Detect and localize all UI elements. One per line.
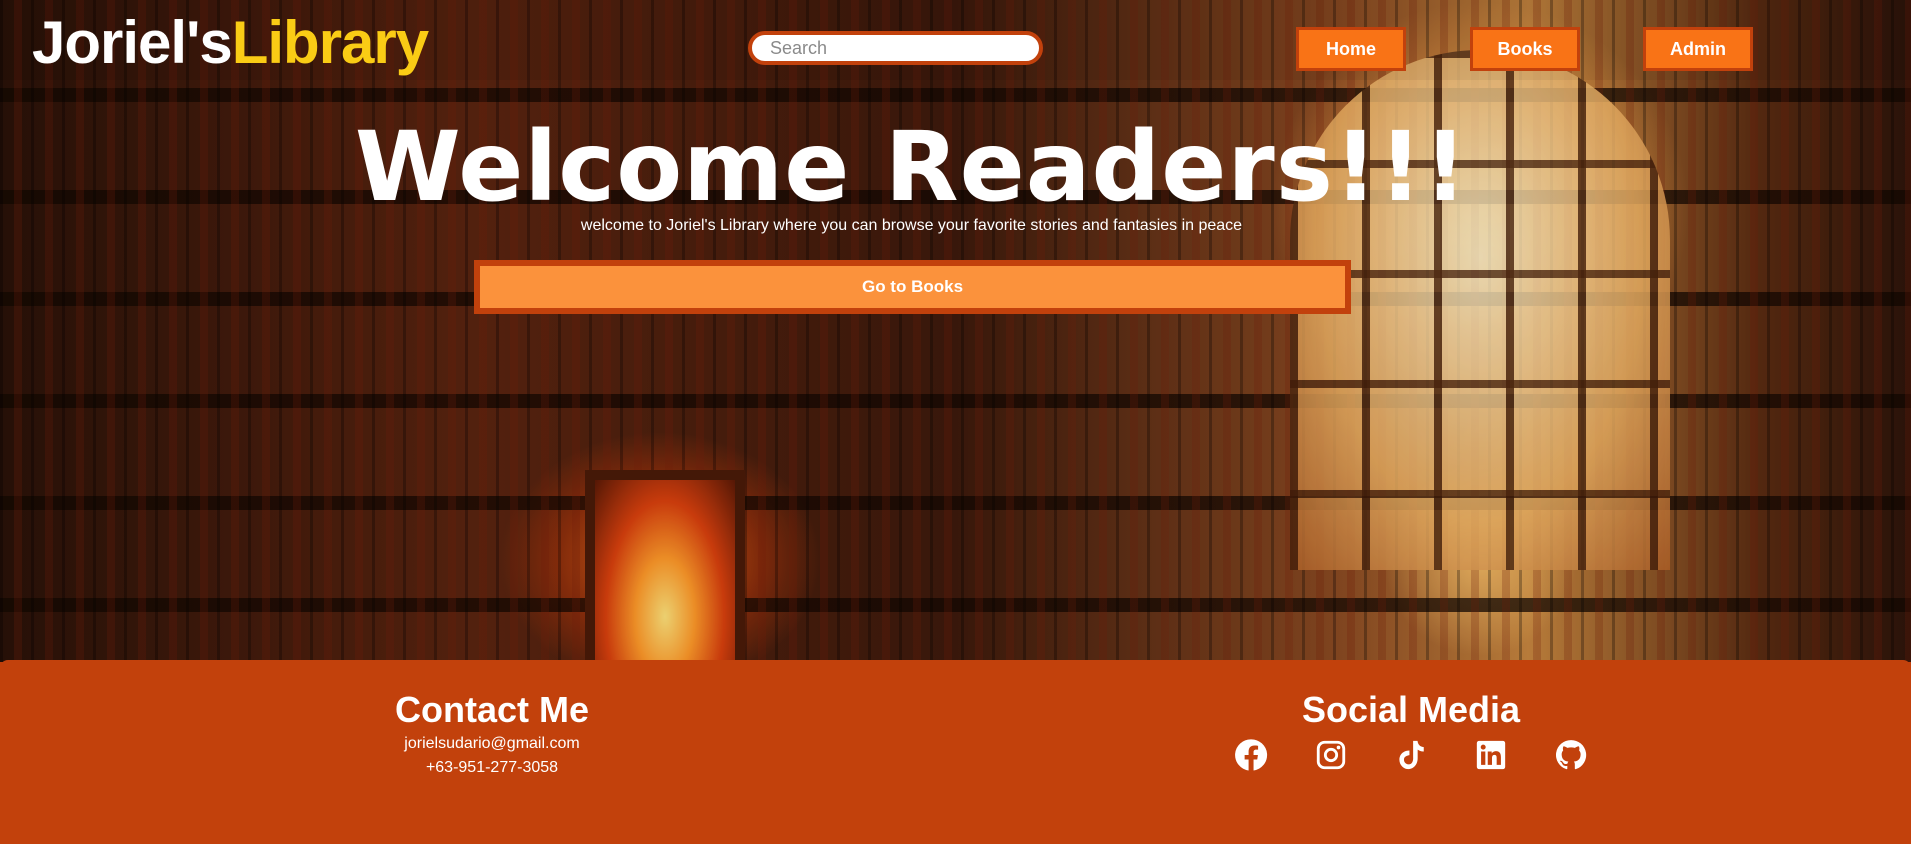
go-to-books-button[interactable]: Go to Books [474, 260, 1351, 314]
nav-home-button[interactable]: Home [1296, 27, 1406, 71]
site-logo[interactable]: Joriel'sLibrary [32, 8, 429, 78]
linkedin-icon[interactable] [1474, 738, 1508, 772]
logo-text-primary: Joriel's [32, 9, 233, 76]
social-media-title: Social Media [1301, 689, 1521, 730]
nav-admin-button[interactable]: Admin [1643, 27, 1753, 71]
social-media-section: Social Media [1201, 688, 1621, 772]
search-input[interactable] [748, 31, 1043, 65]
contact-phone: +63-951-277-3058 [425, 759, 559, 776]
contact-email[interactable]: jorielsudario@gmail.com [282, 732, 702, 756]
navbar: Joriel'sLibrary Home Books Admin [0, 0, 1911, 80]
contact-title: Contact Me [394, 689, 589, 730]
hero-subtitle: welcome to Joriel's Library where you ca… [580, 217, 1243, 234]
tiktok-icon[interactable] [1394, 738, 1428, 772]
hero-background [0, 0, 1911, 662]
nav-books-button[interactable]: Books [1470, 27, 1580, 71]
instagram-icon[interactable] [1314, 738, 1348, 772]
hero-title: Welcome Readers!!! [354, 111, 1469, 223]
contact-section: Contact Me jorielsudario@gmail.com +63-9… [282, 688, 702, 780]
social-icons-row [1201, 738, 1621, 772]
logo-text-highlight: Library [231, 9, 429, 76]
footer: Contact Me jorielsudario@gmail.com +63-9… [0, 660, 1911, 844]
facebook-icon[interactable] [1234, 738, 1268, 772]
github-icon[interactable] [1554, 738, 1588, 772]
